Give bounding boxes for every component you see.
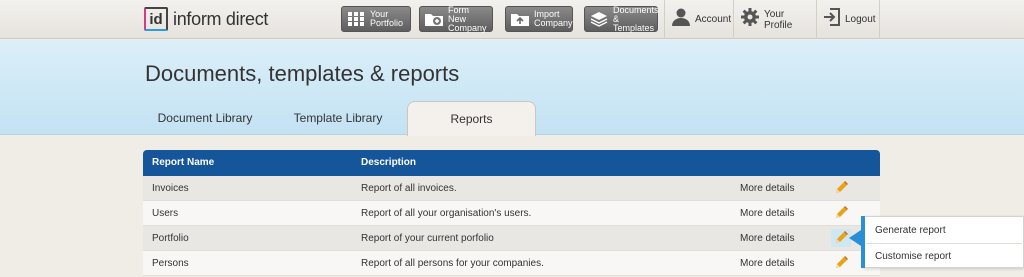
report-name: Invoices xyxy=(152,183,189,194)
logout-icon xyxy=(823,7,841,32)
logout-label: Logout xyxy=(845,14,876,25)
nav-documents-templates-button[interactable]: Documents & Templates xyxy=(584,4,659,33)
brand-logo[interactable]: id inform direct xyxy=(144,5,268,33)
account-label: Account xyxy=(695,14,732,25)
menu-divider xyxy=(866,243,1022,244)
page-title: Documents, templates & reports xyxy=(145,61,460,86)
nav-import-company-button[interactable]: Import Company xyxy=(505,6,573,32)
logo-mark: id xyxy=(144,7,168,31)
folder-plus-icon xyxy=(424,10,444,28)
nav-import-company-label: Import Company xyxy=(534,9,573,28)
reports-table: Report Name Description Invoices Report … xyxy=(143,150,880,276)
nav-your-portfolio-button[interactable]: Your Portfolio xyxy=(341,6,411,32)
report-description: Report of your current porfolio xyxy=(361,233,494,244)
stack-icon xyxy=(589,10,609,28)
more-details-link[interactable]: More details xyxy=(740,233,794,244)
tab-document-library[interactable]: Document Library xyxy=(143,101,267,135)
brand-name: inform direct xyxy=(173,8,269,29)
pencil-icon[interactable] xyxy=(831,179,851,197)
more-details-link[interactable]: More details xyxy=(740,183,794,194)
table-row: Persons Report of all persons for your c… xyxy=(143,251,880,276)
report-description: Report of all your organisation's users. xyxy=(361,208,532,219)
user-icon xyxy=(671,7,691,32)
customise-report-menu-item[interactable]: Customise report xyxy=(875,251,951,262)
table-row: Users Report of all your organisation's … xyxy=(143,201,880,226)
tab-template-library[interactable]: Template Library xyxy=(274,101,402,135)
gear-icon xyxy=(740,7,760,32)
account-link[interactable]: Account xyxy=(664,0,731,39)
report-name: Users xyxy=(152,208,179,219)
table-header: Report Name Description xyxy=(143,150,880,176)
report-name: Portfolio xyxy=(152,233,189,244)
nav-your-portfolio-label: Your Portfolio xyxy=(370,9,404,28)
your-profile-link[interactable]: Your Profile xyxy=(733,0,814,39)
table-row: Portfolio Report of your current porfoli… xyxy=(143,226,880,251)
pencil-icon[interactable] xyxy=(831,204,851,222)
column-header-report-name: Report Name xyxy=(152,157,215,168)
report-description: Report of all persons for your companies… xyxy=(361,258,544,269)
pencil-icon[interactable] xyxy=(831,254,851,272)
logout-link[interactable]: Logout xyxy=(816,0,880,39)
nav-form-new-company-button[interactable]: Form New Company xyxy=(419,4,493,33)
nav-documents-templates-label: Documents & Templates xyxy=(613,4,659,33)
top-bar: id inform direct Your Portfolio Form New… xyxy=(0,0,1024,39)
more-details-link[interactable]: More details xyxy=(740,208,794,219)
report-name: Persons xyxy=(152,258,189,269)
nav-form-new-company-label: Form New Company xyxy=(448,4,487,33)
generate-report-menu-item[interactable]: Generate report xyxy=(875,225,946,236)
table-row: Invoices Report of all invoices. More de… xyxy=(143,176,880,201)
report-description: Report of all invoices. xyxy=(361,183,457,194)
popup-accent-bar xyxy=(861,216,865,268)
more-details-link[interactable]: More details xyxy=(740,258,794,269)
pencil-icon[interactable] xyxy=(831,229,851,247)
grid-icon xyxy=(346,10,366,28)
column-header-description: Description xyxy=(361,157,417,168)
tab-reports[interactable]: Reports xyxy=(407,101,536,136)
folder-upload-icon xyxy=(510,10,530,28)
your-profile-label: Your Profile xyxy=(764,8,793,31)
